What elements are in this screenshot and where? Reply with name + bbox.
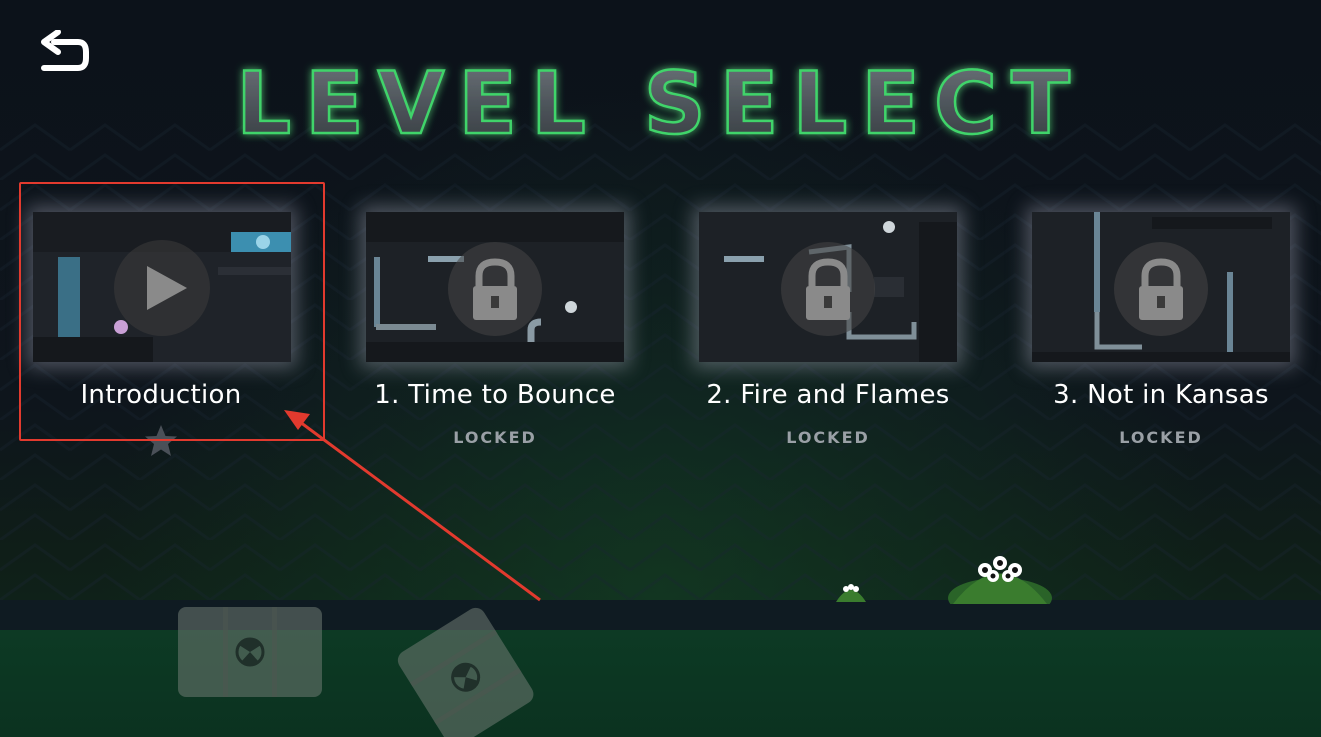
locked-label: LOCKED [453,428,537,447]
level-name-time-to-bounce: 1. Time to Bounce [374,380,616,410]
title-text: LEVEL SELECT [236,55,1084,150]
radioactive-barrel [178,607,322,697]
slime-creature-small [836,584,866,602]
level-card-fire-and-flames[interactable] [699,212,957,362]
lock-icon [781,242,875,336]
lock-icon [448,242,542,336]
locked-label: LOCKED [1119,428,1203,447]
selection-highlight-box [19,182,325,441]
lock-icon [1114,242,1208,336]
locked-label: LOCKED [786,428,870,447]
level-name-fire-and-flames: 2. Fire and Flames [706,380,950,410]
level-name-not-in-kansas: 3. Not in Kansas [1053,380,1269,410]
back-button[interactable] [36,29,92,80]
back-arrow-icon [41,29,89,71]
radioactive-barrel-tilted [397,607,534,737]
level-card-not-in-kansas[interactable] [1032,212,1290,362]
slime-creature [948,556,1052,604]
level-card-time-to-bounce[interactable] [366,212,624,362]
page-title: LEVEL SELECT [235,55,1084,150]
